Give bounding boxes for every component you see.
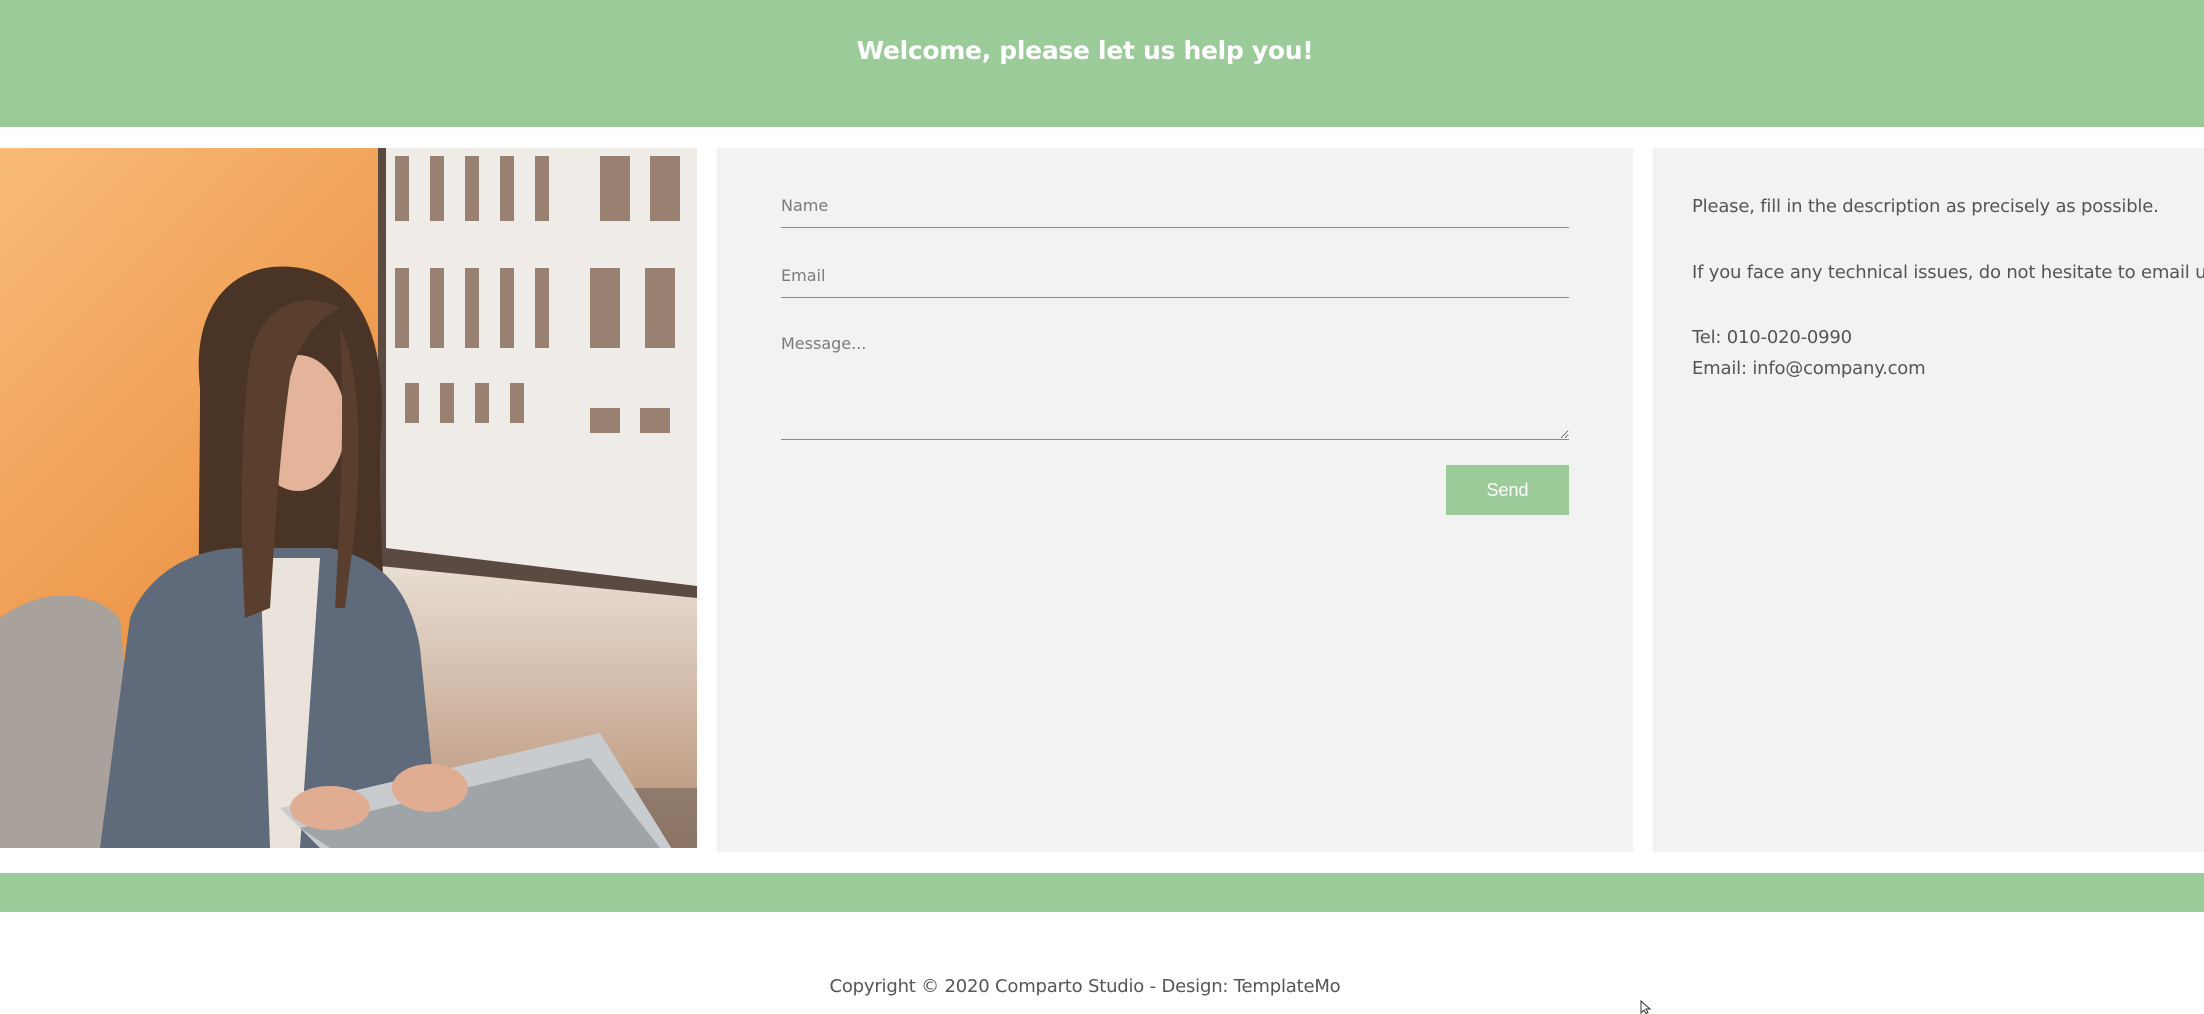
send-button[interactable]: Send [1446,465,1569,515]
copyright-text: Copyright © 2020 Comparto Studio - Desig… [829,976,1341,997]
hero-photo [0,148,697,848]
contact-form-panel: Send [717,148,1633,852]
name-input[interactable] [781,194,1569,228]
page-header: Welcome, please let us help you! [0,0,2204,127]
info-support-note: If you face any technical issues, do not… [1692,262,2204,283]
page-title: Welcome, please let us help you! [856,36,1314,65]
email-input[interactable] [781,264,1569,298]
contact-phone: Tel: 010-020-0990 [1692,327,1852,348]
info-instructions: Please, fill in the description as preci… [1692,196,2159,217]
woman-laptop-illustration [0,148,697,848]
contact-email: Email: info@company.com [1692,358,1926,379]
footer-band [0,873,2204,912]
info-panel: Please, fill in the description as preci… [1653,148,2204,852]
message-textarea[interactable] [781,334,1569,440]
mouse-cursor-icon [1640,1000,1652,1014]
